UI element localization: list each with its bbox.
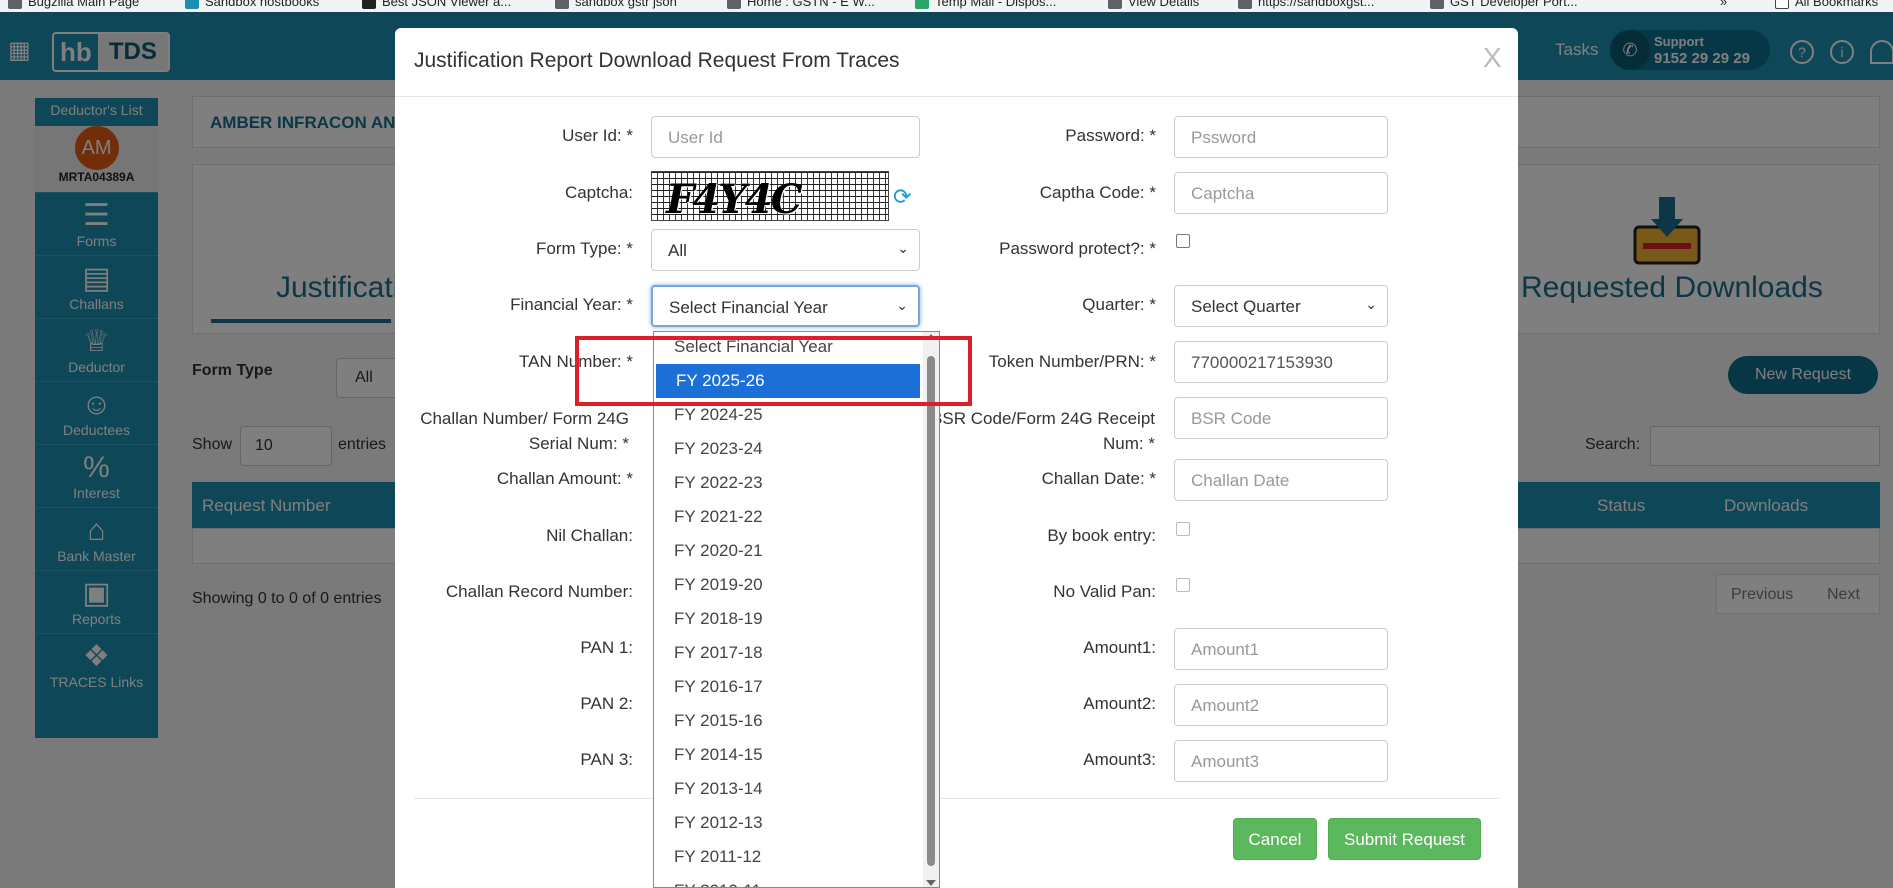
bookmark[interactable]: View Details: [1108, 0, 1199, 9]
quarter-label: Quarter: *: [1082, 295, 1156, 314]
divider: [395, 96, 1518, 97]
book-entry-label: By book entry:: [1047, 526, 1156, 545]
user-id-input[interactable]: User Id: [651, 116, 920, 158]
dropdown-scrollbar[interactable]: [923, 332, 939, 887]
mail-icon: [915, 0, 929, 9]
quarter-select[interactable]: Select Quarter ⌄: [1174, 285, 1388, 327]
financial-year-select[interactable]: Select Financial Year ⌄: [651, 285, 920, 327]
dropdown-option[interactable]: FY 2016-17: [654, 670, 922, 704]
bookmarks-overflow[interactable]: »: [1720, 0, 1727, 9]
dropdown-option[interactable]: FY 2015-16: [654, 704, 922, 738]
no-valid-pan-checkbox[interactable]: [1176, 578, 1190, 592]
password-label: Password: *: [1065, 126, 1156, 145]
doc-icon: [555, 0, 569, 9]
tan-label: TAN Number: *: [519, 352, 633, 371]
justification-request-modal: Justification Report Download Request Fr…: [395, 28, 1518, 888]
dropdown-option[interactable]: FY 2017-18: [654, 636, 922, 670]
cancel-button[interactable]: Cancel: [1233, 818, 1317, 860]
bookmark[interactable]: Best JSON Viewer a...: [362, 0, 511, 9]
bookmark[interactable]: Sandbox hostbooks: [185, 0, 319, 9]
pan1-label: PAN 1:: [580, 638, 633, 657]
gstn-icon: [727, 0, 741, 9]
challan-number-label: Challan Number/ Form 24G Serial Num: *: [420, 409, 629, 453]
challan-date-input[interactable]: Challan Date: [1174, 459, 1388, 501]
footer-divider: [414, 798, 1499, 799]
challan-record-label: Challan Record Number:: [445, 582, 633, 601]
bookmark[interactable]: Home : GSTN - E W...: [727, 0, 875, 9]
financial-year-dropdown: Select Financial Year FY 2025-26 FY 2024…: [653, 331, 940, 888]
bookmark[interactable]: https://sandboxgst...: [1238, 0, 1374, 9]
modal-title: Justification Report Download Request Fr…: [414, 49, 900, 72]
amount1-label: Amount1:: [1083, 638, 1156, 657]
bookmark[interactable]: sandbox gstr json: [555, 0, 677, 9]
scroll-down-icon[interactable]: [926, 880, 936, 886]
doc-icon: [1108, 0, 1122, 9]
close-icon[interactable]: X: [1483, 42, 1502, 74]
amount3-input[interactable]: Amount3: [1174, 740, 1388, 782]
bug-icon: [8, 0, 22, 9]
bookmark[interactable]: GST Developer Port...: [1430, 0, 1578, 9]
bookmarks-bar: Bugzilla Main Page Sandbox hostbooks Bes…: [0, 0, 1893, 12]
form-type-label: Form Type: *: [536, 239, 633, 258]
dropdown-option[interactable]: Select Financial Year: [654, 332, 922, 364]
bookmark[interactable]: Temp Mail - Dispos...: [915, 0, 1056, 9]
bookmark[interactable]: Bugzilla Main Page: [8, 0, 139, 9]
scrollbar-thumb[interactable]: [927, 356, 935, 866]
amount2-label: Amount2:: [1083, 694, 1156, 713]
dropdown-option[interactable]: FY 2011-12: [654, 840, 922, 874]
form-type-select[interactable]: All ⌄: [651, 229, 920, 271]
token-label: Token Number/PRN: *: [988, 352, 1156, 371]
dropdown-option[interactable]: FY 2018-19: [654, 602, 922, 636]
pan3-label: PAN 3:: [580, 750, 633, 769]
captcha-code-input[interactable]: Captcha: [1174, 172, 1388, 214]
doc-icon: [1430, 0, 1444, 9]
dropdown-option[interactable]: FY 2021-22: [654, 500, 922, 534]
scroll-up-icon[interactable]: [926, 334, 936, 340]
json-icon: [362, 0, 376, 9]
challan-date-label: Challan Date: *: [1041, 469, 1156, 488]
dropdown-option[interactable]: FY 2023-24: [654, 432, 922, 466]
pan2-label: PAN 2:: [580, 694, 633, 713]
password-protect-checkbox[interactable]: [1176, 234, 1190, 248]
dropdown-option[interactable]: FY 2014-15: [654, 738, 922, 772]
password-protect-label: Password protect?: *: [999, 239, 1156, 258]
challan-amount-label: Challan Amount: *: [496, 469, 633, 488]
token-input[interactable]: 770000217153930: [1174, 341, 1388, 383]
amount1-input[interactable]: Amount1: [1174, 628, 1388, 670]
bsr-label: BSR Code/Form 24G Receipt Num: *: [931, 409, 1155, 453]
dropdown-option[interactable]: FY 2013-14: [654, 772, 922, 806]
financial-year-label: Financial Year: *: [510, 295, 633, 314]
dropdown-option[interactable]: FY 2024-25: [654, 398, 922, 432]
refresh-icon[interactable]: ⟳: [893, 184, 911, 210]
captcha-label: Captcha:: [564, 183, 633, 202]
dropdown-option[interactable]: FY 2020-21: [654, 534, 922, 568]
captcha-code-label: Captha Code: *: [1039, 183, 1156, 202]
book-entry-checkbox[interactable]: [1176, 522, 1190, 536]
amount2-input[interactable]: Amount2: [1174, 684, 1388, 726]
chevron-down-icon: ⌄: [1365, 296, 1377, 312]
amount3-label: Amount3:: [1083, 750, 1156, 769]
folder-icon: [1775, 0, 1789, 9]
bsr-input[interactable]: BSR Code: [1174, 397, 1388, 439]
dropdown-option-selected[interactable]: FY 2025-26: [656, 364, 920, 398]
dropdown-option[interactable]: FY 2012-13: [654, 806, 922, 840]
submit-request-button[interactable]: Submit Request: [1328, 818, 1481, 860]
doc-icon: [1238, 0, 1252, 9]
dropdown-option[interactable]: FY 2010-11: [654, 874, 922, 887]
no-valid-pan-label: No Valid Pan:: [1053, 582, 1156, 601]
nil-challan-label: Nil Challan:: [546, 526, 633, 545]
dropdown-option[interactable]: FY 2022-23: [654, 466, 922, 500]
captcha-image: F4Y4C: [651, 171, 889, 221]
password-input[interactable]: Pssword: [1174, 116, 1388, 158]
dropdown-option[interactable]: FY 2019-20: [654, 568, 922, 602]
hb-icon: [185, 0, 199, 9]
user-id-label: User Id: *: [562, 126, 633, 145]
chevron-down-icon: ⌄: [896, 297, 908, 313]
chevron-down-icon: ⌄: [897, 240, 909, 256]
bookmark-all[interactable]: All Bookmarks: [1775, 0, 1878, 9]
